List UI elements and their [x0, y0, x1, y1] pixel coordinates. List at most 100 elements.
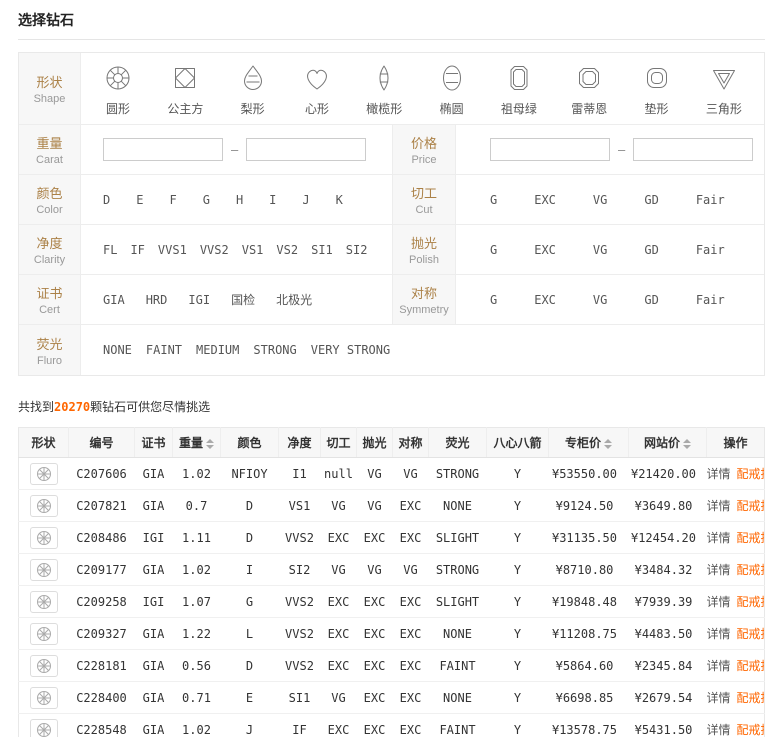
cell-hearts-arrows: Y	[487, 490, 549, 522]
symmetry-option[interactable]: G	[490, 293, 497, 307]
cell-weight: 0.71	[173, 682, 221, 714]
color-option[interactable]: D	[103, 193, 110, 207]
match-ring-link[interactable]: 配戒托	[737, 499, 765, 513]
shape-option-emerald[interactable]: 祖母绿	[501, 63, 537, 117]
diamond-thumbnail[interactable]	[30, 623, 58, 645]
filter-label-price: 价格 Price	[392, 125, 456, 174]
detail-link[interactable]: 详情	[707, 595, 731, 609]
match-ring-link[interactable]: 配戒托	[737, 595, 765, 609]
cert-option[interactable]: GIA	[103, 293, 125, 307]
symmetry-option[interactable]: Fair	[696, 293, 725, 307]
color-option[interactable]: I	[269, 193, 276, 207]
price-max-input[interactable]	[633, 138, 753, 161]
detail-link[interactable]: 详情	[707, 499, 731, 513]
clarity-option[interactable]: FL	[103, 243, 117, 257]
diamond-thumbnail[interactable]	[30, 591, 58, 613]
diamond-thumbnail[interactable]	[30, 719, 58, 737]
detail-link[interactable]: 详情	[707, 531, 731, 545]
detail-link[interactable]: 详情	[707, 627, 731, 641]
diamond-thumbnail[interactable]	[30, 463, 58, 485]
clarity-option[interactable]: SI1	[311, 243, 333, 257]
cert-option[interactable]: 北极光	[276, 291, 312, 308]
cert-option[interactable]: IGI	[188, 293, 210, 307]
cut-option[interactable]: G	[490, 193, 497, 207]
diamond-thumbnail[interactable]	[30, 687, 58, 709]
color-option[interactable]: J	[302, 193, 309, 207]
filter-label-en: Clarity	[34, 254, 65, 266]
detail-link[interactable]: 详情	[707, 691, 731, 705]
shape-option-label: 三角形	[706, 100, 742, 117]
cert-option[interactable]: 国检	[231, 291, 255, 308]
shape-option-radiant[interactable]: 雷蒂恩	[571, 63, 607, 117]
clarity-option[interactable]: SI2	[346, 243, 368, 257]
fluro-option[interactable]: STRONG	[253, 343, 296, 357]
shape-option-label: 橄榄形	[366, 100, 402, 117]
polish-option[interactable]: EXC	[534, 243, 556, 257]
col-header-weight[interactable]: 重量	[173, 428, 221, 458]
fluro-option[interactable]: NONE	[103, 343, 132, 357]
shape-option-pear[interactable]: 梨形	[238, 63, 268, 117]
match-ring-link[interactable]: 配戒托	[737, 563, 765, 577]
col-header-label: 净度	[287, 436, 311, 450]
symmetry-option[interactable]: GD	[644, 293, 658, 307]
polish-option[interactable]: G	[490, 243, 497, 257]
carat-max-input[interactable]	[246, 138, 366, 161]
detail-link[interactable]: 详情	[707, 467, 731, 481]
symmetry-option[interactable]: EXC	[534, 293, 556, 307]
shape-option-princess[interactable]: 公主方	[167, 63, 203, 117]
diamond-thumbnail[interactable]	[30, 559, 58, 581]
cut-option[interactable]: EXC	[534, 193, 556, 207]
shape-option-trillion[interactable]: 三角形	[706, 63, 742, 117]
shape-option-label: 垫形	[645, 100, 669, 117]
detail-link[interactable]: 详情	[707, 659, 731, 673]
color-option[interactable]: H	[236, 193, 243, 207]
shape-option-marquise[interactable]: 橄榄形	[366, 63, 402, 117]
sort-icon[interactable]	[683, 439, 691, 449]
clarity-option[interactable]: VS2	[276, 243, 298, 257]
clarity-option[interactable]: IF	[130, 243, 144, 257]
cert-option[interactable]: HRD	[146, 293, 168, 307]
fluro-option[interactable]: MEDIUM	[196, 343, 239, 357]
shape-option-oval[interactable]: 椭圆	[437, 63, 467, 117]
diamond-thumbnail[interactable]	[30, 527, 58, 549]
diamond-thumbnail[interactable]	[30, 655, 58, 677]
detail-link[interactable]: 详情	[707, 723, 731, 737]
filter-label-carat: 重量 Carat	[19, 125, 81, 174]
match-ring-link[interactable]: 配戒托	[737, 627, 765, 641]
col-header-site-price[interactable]: 网站价	[629, 428, 707, 458]
cut-option[interactable]: VG	[593, 193, 607, 207]
polish-option[interactable]: GD	[644, 243, 658, 257]
polish-option[interactable]: VG	[593, 243, 607, 257]
shape-option-cushion[interactable]: 垫形	[642, 63, 672, 117]
match-ring-link[interactable]: 配戒托	[737, 467, 765, 481]
color-option[interactable]: E	[136, 193, 143, 207]
shape-option-round[interactable]: 圆形	[103, 63, 133, 117]
oval-diamond-icon	[437, 63, 467, 96]
color-option[interactable]: K	[336, 193, 343, 207]
filter-row-cert-symmetry: 证书 Cert GIA HRD IGI 国检 北极光 对称 Symmetry G…	[19, 275, 764, 325]
col-header-counter-price[interactable]: 专柜价	[549, 428, 629, 458]
color-option[interactable]: F	[169, 193, 176, 207]
sort-icon[interactable]	[604, 439, 612, 449]
price-min-input[interactable]	[490, 138, 610, 161]
match-ring-link[interactable]: 配戒托	[737, 691, 765, 705]
cut-option[interactable]: GD	[644, 193, 658, 207]
clarity-option[interactable]: VVS2	[200, 243, 229, 257]
match-ring-link[interactable]: 配戒托	[737, 659, 765, 673]
detail-link[interactable]: 详情	[707, 563, 731, 577]
fluro-option[interactable]: FAINT	[146, 343, 182, 357]
clarity-option[interactable]: VVS1	[158, 243, 187, 257]
carat-min-input[interactable]	[103, 138, 223, 161]
symmetry-option[interactable]: VG	[593, 293, 607, 307]
sort-icon[interactable]	[206, 439, 214, 449]
cut-option[interactable]: Fair	[696, 193, 725, 207]
polish-option[interactable]: Fair	[696, 243, 725, 257]
clarity-option[interactable]: VS1	[242, 243, 264, 257]
match-ring-link[interactable]: 配戒托	[737, 723, 765, 737]
fluro-option[interactable]: VERY STRONG	[311, 343, 390, 357]
cell-fluro: FAINT	[429, 714, 487, 737]
diamond-thumbnail[interactable]	[30, 495, 58, 517]
color-option[interactable]: G	[203, 193, 210, 207]
match-ring-link[interactable]: 配戒托	[737, 531, 765, 545]
shape-option-heart[interactable]: 心形	[302, 63, 332, 117]
